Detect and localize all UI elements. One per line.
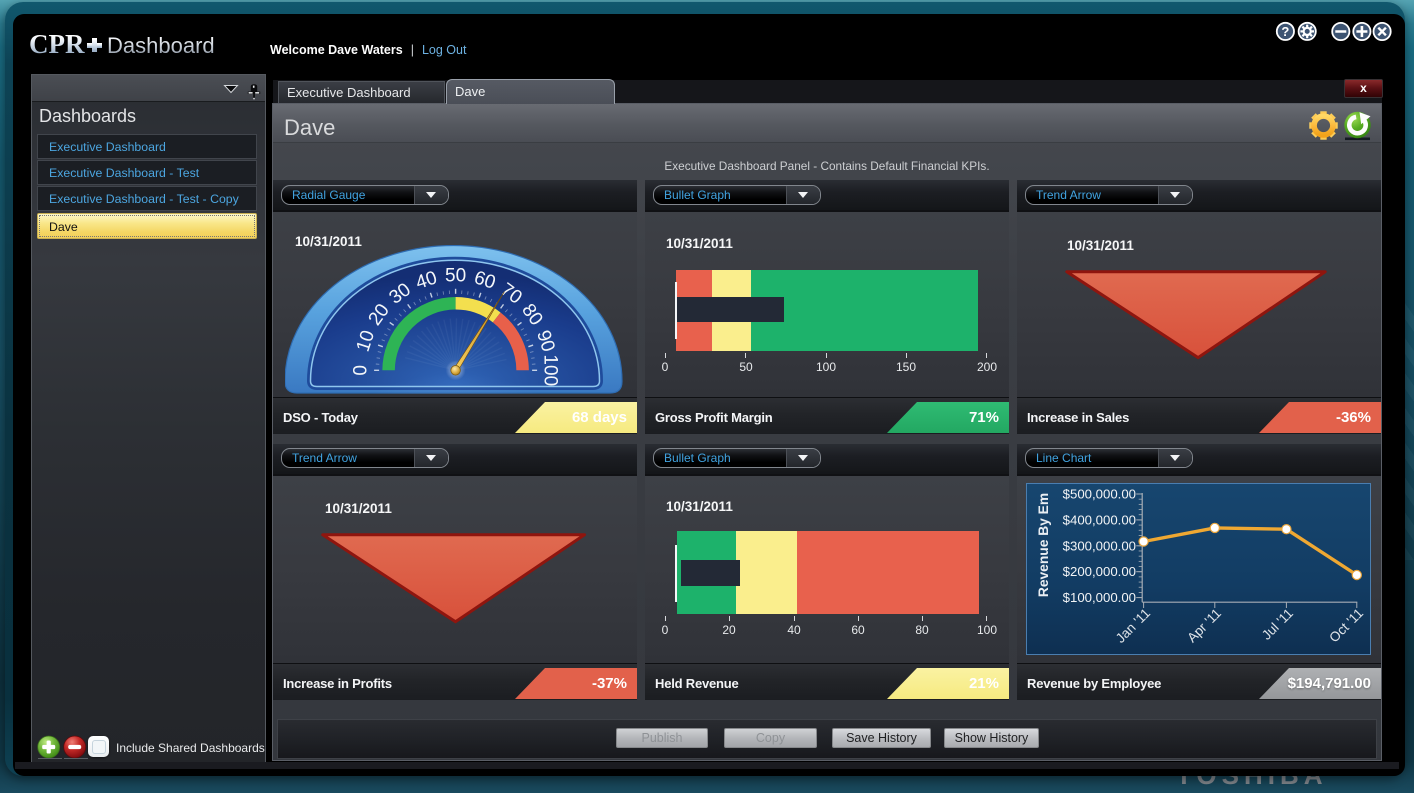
svg-text:0: 0 (351, 365, 372, 376)
svg-text:Revenue By Em: Revenue By Em (1036, 493, 1051, 597)
svg-text:$300,000.00: $300,000.00 (1063, 538, 1136, 553)
svg-text:$100,000.00: $100,000.00 (1063, 590, 1136, 605)
svg-text:?: ? (1281, 24, 1289, 39)
svg-text:$400,000.00: $400,000.00 (1063, 512, 1136, 527)
svg-text:$500,000.00: $500,000.00 (1063, 487, 1136, 502)
svg-text:50: 50 (445, 265, 466, 286)
svg-text:$200,000.00: $200,000.00 (1063, 564, 1136, 579)
svg-text:100: 100 (539, 354, 560, 386)
